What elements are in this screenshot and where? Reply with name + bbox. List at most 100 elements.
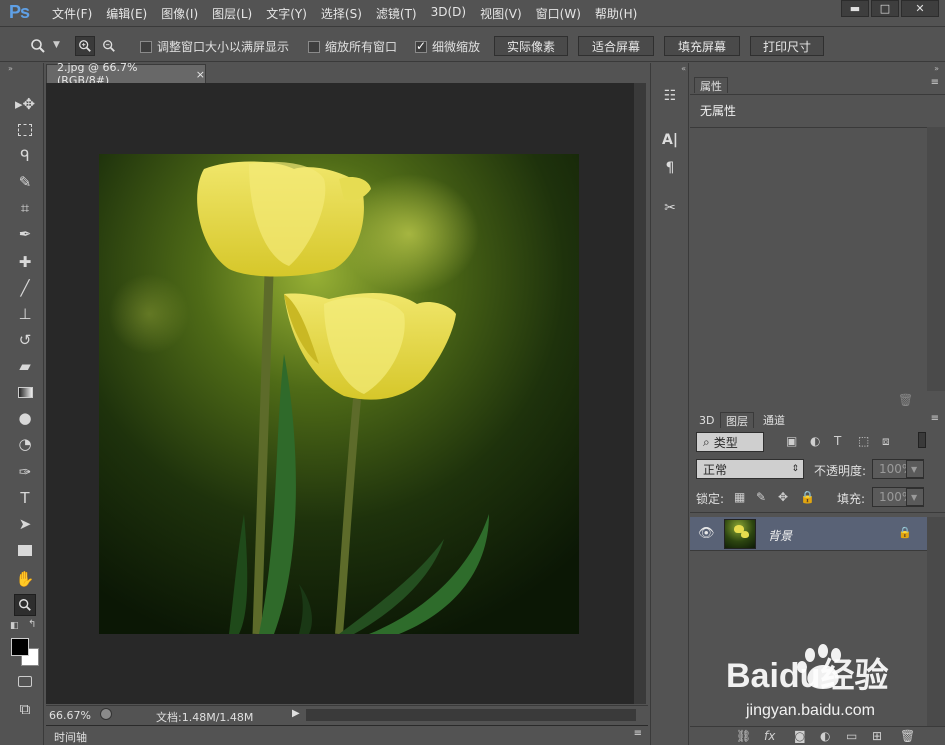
canvas-image-yellow-tulips[interactable] bbox=[99, 154, 579, 634]
scrubby-zoom-checkbox[interactable]: 细微缩放 bbox=[415, 38, 480, 55]
collapse-strip-icon[interactable]: « bbox=[681, 64, 686, 73]
maximize-button[interactable]: □ bbox=[871, 0, 899, 17]
rectangle-tool-icon[interactable] bbox=[14, 539, 36, 561]
menu-select[interactable]: 选择(S) bbox=[321, 5, 362, 22]
tool-presets-panel-icon[interactable]: ✂ bbox=[659, 197, 681, 219]
eyedropper-tool-icon[interactable]: ✒ bbox=[14, 223, 36, 245]
layer-row-background[interactable]: 👁 背景 🔒 bbox=[690, 517, 927, 551]
fill-screen-button[interactable]: 填充屏幕 bbox=[664, 36, 740, 56]
menu-file[interactable]: 文件(F) bbox=[52, 5, 92, 22]
filter-type-icon[interactable]: T bbox=[834, 434, 841, 448]
blur-tool-icon[interactable]: ● bbox=[14, 407, 36, 429]
gradient-tool-icon[interactable] bbox=[14, 381, 36, 403]
zoom-in-icon[interactable] bbox=[75, 36, 95, 56]
menu-layer[interactable]: 图层(L) bbox=[212, 5, 252, 22]
swap-colors-icon[interactable]: ↰ bbox=[28, 619, 36, 630]
zoom-level-readout[interactable]: 66.67% bbox=[49, 709, 91, 722]
eraser-tool-icon[interactable]: ▰ bbox=[14, 355, 36, 377]
minimize-button[interactable]: ▬ bbox=[841, 0, 869, 17]
menu-help[interactable]: 帮助(H) bbox=[595, 5, 637, 22]
history-panel-icon[interactable]: ☷ bbox=[659, 85, 681, 107]
menu-window[interactable]: 窗口(W) bbox=[536, 5, 581, 22]
status-menu-arrow-icon[interactable]: ▶ bbox=[292, 708, 300, 719]
layer-thumbnail[interactable] bbox=[724, 519, 756, 549]
document-tab[interactable]: 2.jpg @ 66.7%(RGB/8#) × bbox=[46, 61, 206, 87]
lock-image-icon[interactable]: ✎ bbox=[756, 490, 766, 504]
lock-position-icon[interactable]: ✥ bbox=[778, 490, 788, 504]
zoom-tool-icon[interactable] bbox=[14, 594, 36, 616]
filter-toggle-switch[interactable] bbox=[918, 432, 926, 448]
zoom-tool-preset-icon[interactable] bbox=[28, 36, 48, 56]
status-info-icon[interactable] bbox=[100, 708, 112, 720]
layer-name[interactable]: 背景 bbox=[768, 527, 792, 544]
move-tool-icon[interactable]: ▸✥ bbox=[14, 93, 36, 115]
lock-transparent-icon[interactable]: ▦ bbox=[734, 490, 745, 504]
brush-tool-icon[interactable]: ╱ bbox=[14, 277, 36, 299]
timeline-tab[interactable]: 时间轴 bbox=[54, 729, 87, 745]
layers-panel-menu-icon[interactable]: ≡ bbox=[931, 413, 939, 424]
dodge-tool-icon[interactable]: ◔ bbox=[14, 433, 36, 455]
menu-view[interactable]: 视图(V) bbox=[480, 5, 522, 22]
adjustment-layer-icon[interactable]: ◐ bbox=[820, 729, 830, 743]
properties-tab[interactable]: 属性 bbox=[694, 77, 728, 93]
crop-tool-icon[interactable]: ⌗ bbox=[14, 197, 36, 219]
close-button[interactable]: ✕ bbox=[901, 0, 939, 17]
foreground-color-swatch[interactable] bbox=[11, 638, 29, 656]
horizontal-scrollbar[interactable] bbox=[306, 709, 636, 721]
new-group-icon[interactable]: ▭ bbox=[846, 729, 857, 743]
fill-dropdown-icon[interactable]: ▼ bbox=[906, 488, 924, 506]
filter-pixel-icon[interactable]: ▣ bbox=[786, 434, 797, 448]
menu-filter[interactable]: 滤镜(T) bbox=[376, 5, 417, 22]
clone-stamp-tool-icon[interactable]: ⊥ bbox=[14, 303, 36, 325]
zoom-out-icon[interactable] bbox=[99, 36, 119, 56]
path-selection-tool-icon[interactable]: ➤ bbox=[14, 513, 36, 535]
add-mask-icon[interactable]: ◙ bbox=[794, 729, 806, 743]
resize-windows-checkbox[interactable]: 调整窗口大小以满屏显示 bbox=[140, 38, 289, 55]
default-colors-icon[interactable]: ◧ bbox=[10, 621, 19, 631]
timeline-panel-menu-icon[interactable]: ≡ bbox=[634, 728, 642, 739]
paragraph-panel-icon[interactable]: ¶ bbox=[659, 157, 681, 179]
close-tab-icon[interactable]: × bbox=[196, 68, 205, 81]
quick-selection-tool-icon[interactable]: ✎ bbox=[14, 171, 36, 193]
layer-style-fx-icon[interactable]: fx bbox=[764, 729, 775, 743]
fit-screen-button[interactable]: 适合屏幕 bbox=[578, 36, 654, 56]
quick-mask-icon[interactable] bbox=[14, 670, 36, 692]
tab-layers[interactable]: 图层 bbox=[720, 412, 754, 428]
layer-filter-dropdown[interactable]: ⌕ 类型 bbox=[696, 432, 764, 452]
print-size-button[interactable]: 打印尺寸 bbox=[750, 36, 824, 56]
lock-all-icon[interactable]: 🔒 bbox=[800, 490, 815, 504]
delete-layer-icon[interactable]: 🗑 bbox=[900, 729, 915, 743]
link-layers-icon[interactable]: ⛓ bbox=[736, 729, 751, 743]
history-brush-tool-icon[interactable]: ↺ bbox=[14, 329, 36, 351]
trash-icon[interactable]: 🗑 bbox=[898, 393, 913, 407]
opacity-dropdown-icon[interactable]: ▼ bbox=[906, 460, 924, 478]
filter-adjustment-icon[interactable]: ◐ bbox=[810, 434, 820, 448]
filter-shape-icon[interactable]: ⬚ bbox=[858, 434, 869, 448]
new-layer-icon[interactable]: ⊞ bbox=[872, 729, 882, 743]
lasso-tool-icon[interactable]: ᑫ bbox=[14, 145, 36, 167]
actual-pixels-button[interactable]: 实际像素 bbox=[494, 36, 568, 56]
blend-mode-dropdown[interactable]: 正常 ⇕ bbox=[696, 459, 804, 479]
hand-tool-icon[interactable]: ✋ bbox=[14, 568, 36, 590]
menu-edit[interactable]: 编辑(E) bbox=[106, 5, 147, 22]
collapse-toolbar-icon[interactable]: » bbox=[8, 64, 13, 73]
zoom-all-windows-checkbox[interactable]: 缩放所有窗口 bbox=[308, 38, 397, 55]
filter-smart-object-icon[interactable]: ⧈ bbox=[882, 434, 890, 449]
canvas-vertical-scrollbar[interactable] bbox=[634, 83, 646, 704]
menu-type[interactable]: 文字(Y) bbox=[266, 5, 307, 22]
marquee-tool-icon[interactable] bbox=[14, 119, 36, 141]
collapse-panels-icon[interactable]: » bbox=[934, 64, 939, 73]
screen-mode-icon[interactable]: ⧉ bbox=[14, 698, 36, 720]
menu-3d[interactable]: 3D(D) bbox=[431, 5, 466, 22]
properties-scrollbar[interactable] bbox=[927, 127, 945, 391]
tool-preset-dropdown-icon[interactable]: ▼ bbox=[53, 40, 60, 50]
pen-tool-icon[interactable]: ✑ bbox=[14, 461, 36, 483]
character-panel-icon[interactable]: A| bbox=[659, 129, 681, 151]
visibility-eye-icon[interactable]: 👁 bbox=[698, 526, 715, 541]
tab-3d[interactable]: 3D bbox=[694, 412, 719, 428]
tab-channels[interactable]: 通道 bbox=[758, 412, 790, 428]
menu-image[interactable]: 图像(I) bbox=[161, 5, 198, 22]
healing-brush-tool-icon[interactable]: ✚ bbox=[14, 251, 36, 273]
properties-panel-menu-icon[interactable]: ≡ bbox=[931, 77, 939, 88]
type-tool-icon[interactable]: T bbox=[14, 487, 36, 509]
